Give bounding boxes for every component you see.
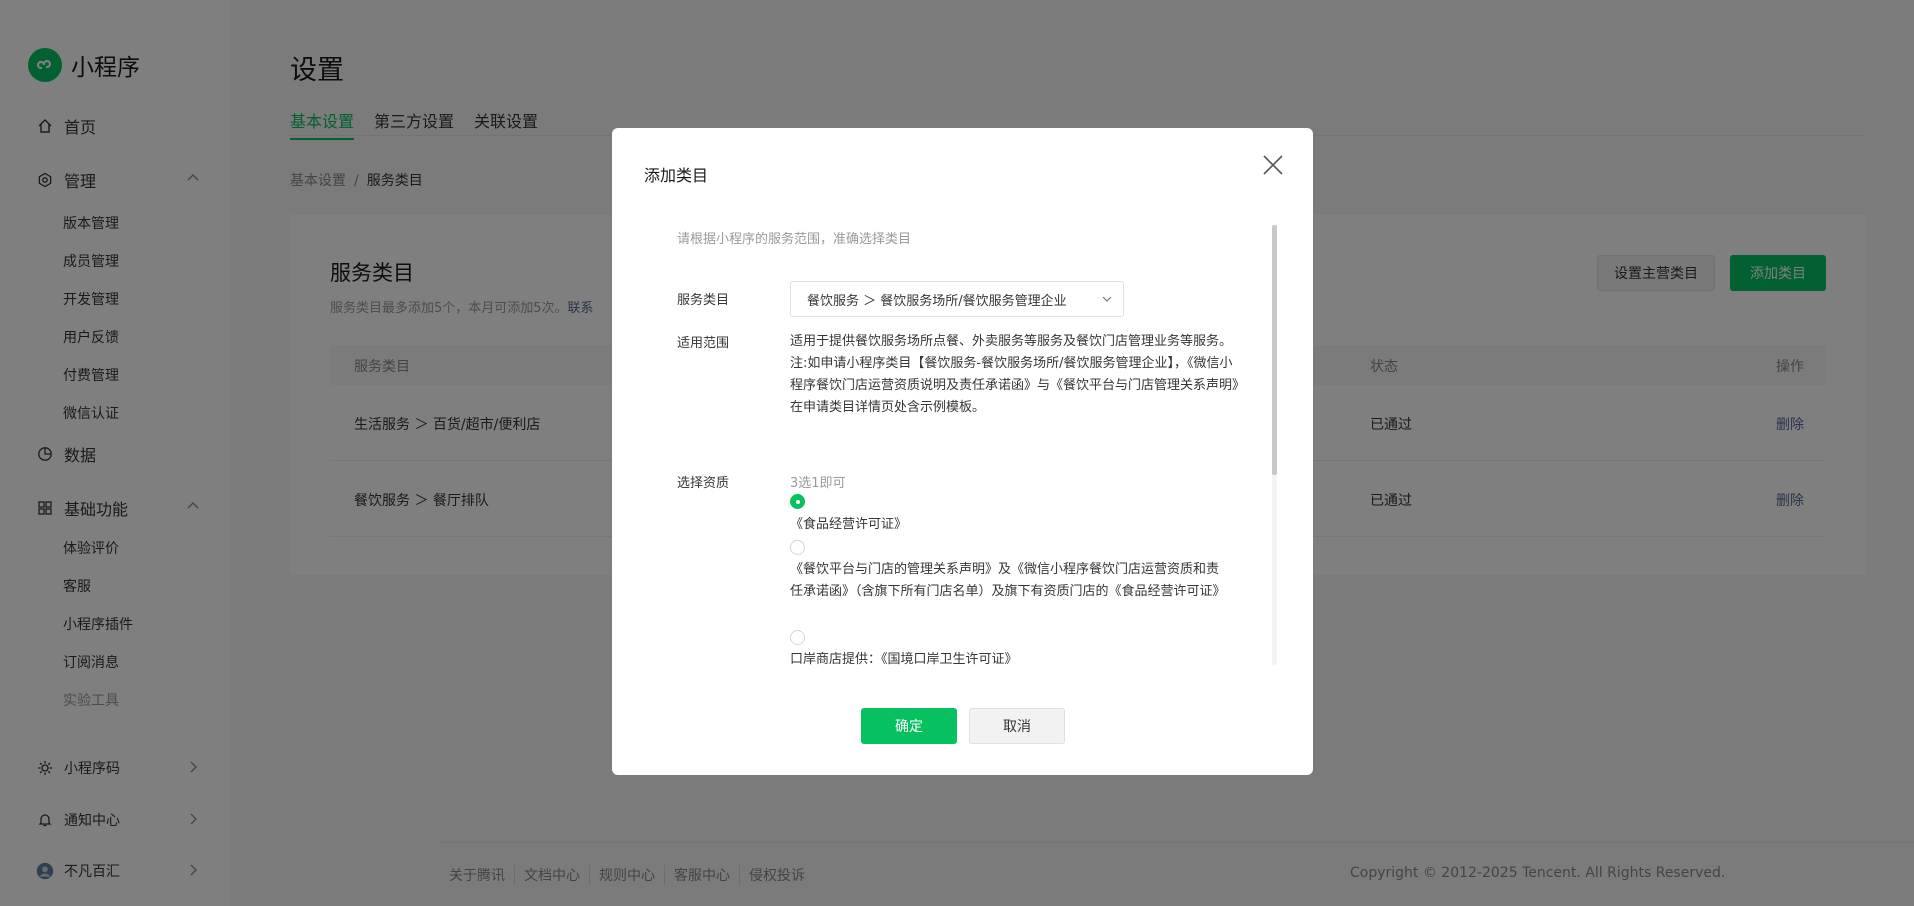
qualification-label: 选择资质 bbox=[677, 476, 730, 491]
qualification-hint: 3选1即可 bbox=[790, 476, 846, 491]
add-category-dialog: 添加类目 请根据小程序的服务范围，准确选择类目 服务类目 餐饮服务 ＞ 餐饮服务… bbox=[612, 128, 1313, 775]
qualification-radio-1[interactable] bbox=[790, 494, 805, 509]
close-icon[interactable] bbox=[1260, 152, 1286, 178]
qualification-option-3[interactable]: 口岸商店提供：《国境口岸卫生许可证》 bbox=[790, 649, 1220, 671]
qualification-option-1[interactable]: 《食品经营许可证》 bbox=[790, 514, 1220, 536]
scrollbar-thumb[interactable] bbox=[1272, 225, 1277, 475]
category-select[interactable]: 餐饮服务 ＞ 餐饮服务场所/餐饮服务管理企业 bbox=[790, 281, 1124, 317]
scope-label: 适用范围 bbox=[677, 336, 730, 351]
dialog-hint: 请根据小程序的服务范围，准确选择类目 bbox=[677, 232, 912, 247]
category-select-value: 餐饮服务 ＞ 餐饮服务场所/餐饮服务管理企业 bbox=[807, 293, 1067, 309]
cancel-button[interactable]: 取消 bbox=[969, 708, 1065, 744]
dialog-title: 添加类目 bbox=[644, 166, 709, 185]
confirm-button[interactable]: 确定 bbox=[861, 708, 957, 744]
qualification-option-2[interactable]: 《餐饮平台与门店的管理关系声明》及《微信小程序餐饮门店运营资质和责任承诺函》（含… bbox=[790, 559, 1226, 603]
qualification-radio-3[interactable] bbox=[790, 630, 805, 645]
scope-text: 适用于提供餐饮服务场所点餐、外卖服务等服务及餐饮门店管理业务等服务。 注:如申请… bbox=[790, 331, 1245, 419]
qualification-radio-2[interactable] bbox=[790, 540, 805, 555]
scope-text-2: 注:如申请小程序类目【餐饮服务-餐饮服务场所/餐饮服务管理企业】，《微信小程序餐… bbox=[790, 356, 1246, 415]
chevron-down-icon bbox=[1102, 296, 1112, 302]
scope-text-1: 适用于提供餐饮服务场所点餐、外卖服务等服务及餐饮门店管理业务等服务。 bbox=[790, 334, 1233, 349]
category-label: 服务类目 bbox=[677, 293, 730, 308]
